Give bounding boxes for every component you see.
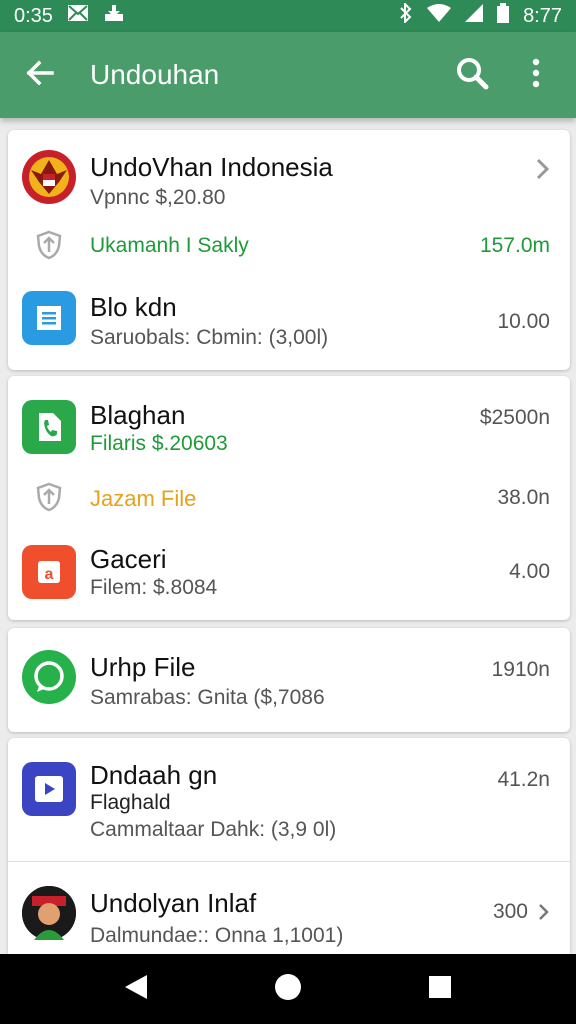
item-title: Urhp File (90, 652, 196, 682)
chat-bubble-icon (22, 650, 76, 704)
triangle-back-icon (123, 973, 149, 1006)
item-subtitle: Flaghald (90, 791, 171, 814)
list-item-ukamanh[interactable]: Ukamanh I Sakly 157.0m (8, 222, 570, 272)
list-item-blokdn[interactable]: Blo kdn Saruobals: Cbmin: (3,00l) 10.00 (8, 275, 570, 370)
chevron-right-icon (538, 903, 550, 926)
item-value: 4.00 (509, 560, 550, 583)
item-label: Jazam File (90, 486, 197, 511)
item-subtitle: Saruobals: Cbmin: (3,00l) (90, 326, 329, 349)
arrow-left-icon (25, 58, 55, 93)
phone-document-icon (22, 400, 76, 454)
item-title: Dndaah gn (90, 760, 218, 790)
garuda-emblem-icon (22, 150, 76, 204)
item-title: Blaghan (90, 400, 186, 430)
shield-icon (34, 482, 64, 512)
bluetooth-icon (399, 1, 413, 29)
download-icon (103, 4, 125, 28)
card-group-2: Blaghan Filaris $.20603 $2500n Jazam Fil… (8, 376, 570, 620)
document-icon (22, 291, 76, 345)
signal-icon (465, 4, 484, 28)
chevron-right-icon (536, 158, 550, 185)
list-item-blaghan[interactable]: Blaghan Filaris $.20603 $2500n (8, 376, 570, 466)
item-value: 157.0m (479, 234, 550, 257)
mail-icon (67, 4, 89, 28)
list-item-urhp[interactable]: Urhp File Samrabas: Gnita ($,7086 1910n (8, 628, 570, 732)
item-value: 300 (492, 900, 528, 923)
more-options-button[interactable] (514, 53, 558, 97)
square-recents-icon (428, 975, 452, 1004)
item-title: Gaceri (90, 544, 167, 574)
play-video-icon (22, 762, 76, 816)
item-value: $2500n (479, 406, 550, 429)
item-title: Blo kdn (90, 292, 177, 322)
wifi-icon (427, 4, 452, 28)
more-vert-icon (531, 58, 541, 93)
page-title: Undouhan (90, 59, 220, 90)
list-item-jazam[interactable]: Jazam File 38.0n (8, 476, 570, 524)
item-value: 41.2n (497, 768, 550, 791)
item-value: 10.00 (497, 310, 550, 333)
back-button[interactable] (18, 53, 62, 97)
item-value: 38.0n (497, 486, 550, 509)
item-title: Undolyan Inlaf (90, 888, 257, 918)
app-bar: Undouhan (0, 32, 576, 118)
shield-icon (34, 230, 64, 260)
list-item-dndaah[interactable]: Dndaah gn Flaghald Cammaltaar Dahk: (3,9… (8, 738, 570, 862)
card-group-4: Dndaah gn Flaghald Cammaltaar Dahk: (3,9… (8, 738, 570, 954)
circle-home-icon (274, 973, 302, 1006)
card-group-1: UndoVhan Indonesia Vpnnc $,20.80 Ukamanh… (8, 130, 570, 370)
svg-text:a: a (45, 566, 54, 583)
status-time-right: 8:77 (523, 4, 562, 27)
battery-icon (497, 3, 510, 29)
nav-recents-button[interactable] (416, 965, 464, 1013)
avatar (22, 886, 76, 940)
item-subtitle-secondary: Cammaltaar Dahk: (3,9 0l) (90, 818, 337, 841)
nav-back-button[interactable] (112, 965, 160, 1013)
list-item-undovhan[interactable]: UndoVhan Indonesia Vpnnc $,20.80 (8, 130, 570, 220)
item-value: 1910n (491, 658, 550, 681)
list-item-gaceri[interactable]: a Gaceri Filem: $.8084 4.00 (8, 526, 570, 620)
list-item-undolyan[interactable]: Undolyan Inlaf Dalmundae:: Onna 1,1001) … (8, 864, 570, 954)
item-subtitle: Dalmundae:: Onna 1,1001) (90, 924, 344, 947)
item-subtitle: Samrabas: Gnita ($,7086 (90, 686, 325, 709)
status-bar: 0:35 8:77 (0, 0, 576, 32)
item-title: UndoVhan Indonesia (90, 152, 333, 182)
status-time-left: 0:35 (14, 4, 53, 27)
item-subtitle: Filem: $.8084 (90, 576, 218, 599)
item-label: Ukamanh I Sakly (90, 234, 249, 257)
card-group-3: Urhp File Samrabas: Gnita ($,7086 1910n (8, 628, 570, 732)
item-subtitle: Vpnnc $,20.80 (90, 186, 226, 209)
search-icon (455, 56, 489, 95)
system-nav-bar (0, 954, 576, 1024)
item-subtitle: Filaris $.20603 (90, 432, 228, 455)
search-button[interactable] (450, 53, 494, 97)
nav-home-button[interactable] (264, 965, 312, 1013)
app-tile-icon: a (22, 545, 76, 599)
